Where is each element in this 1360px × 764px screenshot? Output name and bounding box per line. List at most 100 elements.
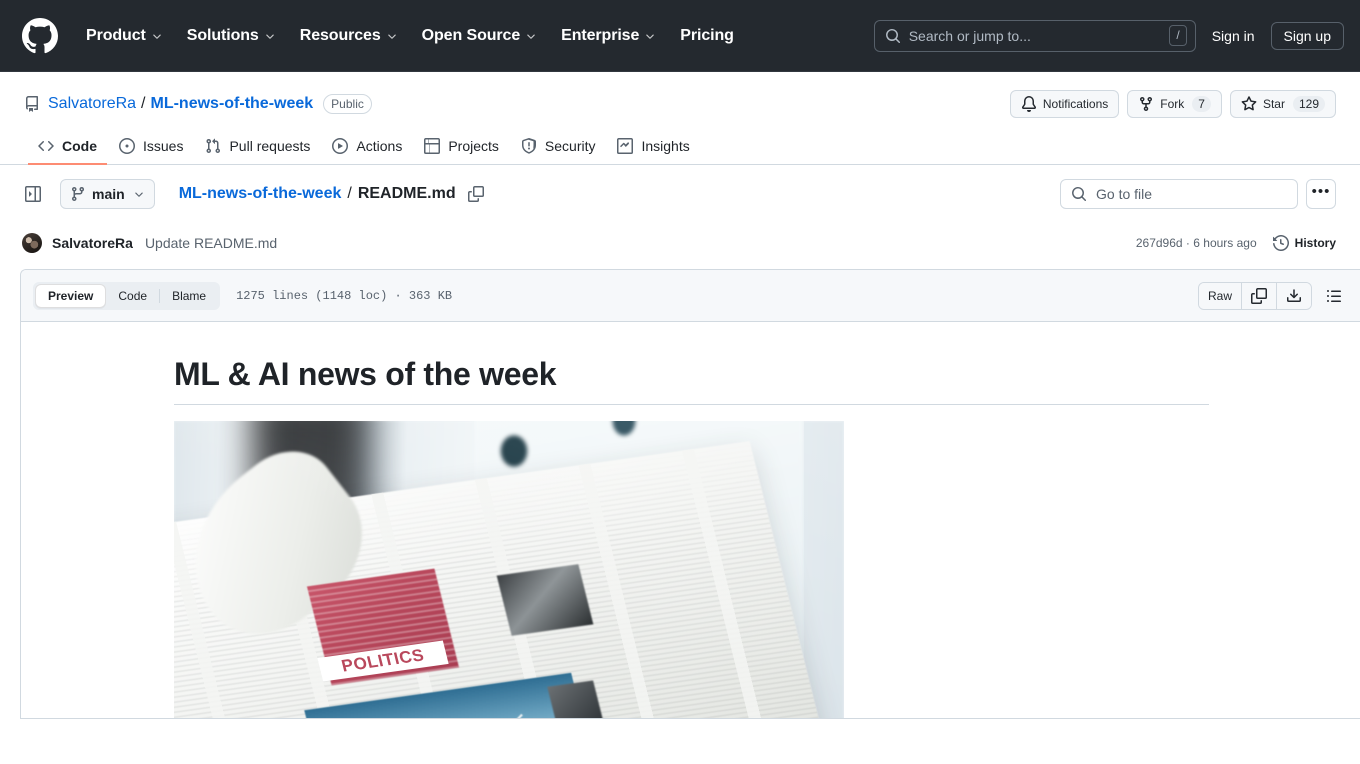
nav-item-enterprise-label: Enterprise — [561, 26, 640, 44]
git-branch-icon — [71, 187, 84, 202]
person-reading-newspaper-photo: POLITICS An Inconvenient Sequel: Are we — [174, 421, 844, 718]
search-placeholder: Search or jump to... — [908, 27, 1031, 44]
tab-insights[interactable]: Insights — [607, 131, 699, 165]
nav-item-product-label: Product — [86, 26, 146, 44]
star-label: Star — [1262, 97, 1285, 111]
file-content-panel: Preview Code Blame 1275 lines (1148 loc)… — [20, 269, 1360, 719]
tab-security[interactable]: Security — [511, 131, 606, 165]
fork-button[interactable]: Fork 7 — [1127, 90, 1222, 118]
sidebar-toggle-button[interactable] — [18, 179, 48, 209]
nav-item-pricing-label: Pricing — [680, 26, 734, 44]
nav-item-solutions[interactable]: Solutions — [175, 19, 288, 53]
github-mark-icon[interactable] — [22, 17, 58, 54]
fork-icon — [1140, 97, 1153, 112]
repo-owner-link[interactable]: SalvatoreRa — [48, 95, 136, 113]
file-navigation-bar: main ML-news-of-the-week / README.md Go … — [0, 165, 1360, 221]
readme-hero-image: POLITICS An Inconvenient Sequel: Are we — [174, 421, 844, 718]
raw-copy-download-group: Raw — [1197, 281, 1312, 310]
repo-title-separator: / — [141, 95, 146, 112]
avatar[interactable] — [22, 233, 42, 253]
repository-title-row: SalvatoreRa / ML-news-of-the-week Public… — [24, 88, 1336, 120]
visibility-badge: Public — [323, 94, 372, 114]
branch-selector-button[interactable]: main — [60, 179, 155, 209]
file-line-stats: 1275 lines (1148 loc) · 363 KB — [236, 288, 453, 303]
repo-name-link[interactable]: ML-news-of-the-week — [151, 95, 314, 113]
branch-name-label: main — [92, 186, 125, 202]
tab-preview[interactable]: Preview — [35, 283, 107, 308]
play-icon — [332, 138, 349, 154]
fork-label: Fork — [1160, 97, 1185, 111]
photo-turbine-blade — [502, 713, 523, 718]
breadcrumb-filename: README.md — [357, 185, 456, 202]
commit-author-link[interactable]: SalvatoreRa — [52, 235, 133, 251]
tab-actions[interactable]: Actions — [322, 131, 412, 165]
history-link[interactable]: History — [1272, 235, 1336, 251]
raw-button[interactable]: Raw — [1198, 282, 1242, 309]
commit-relative-time: 6 hours ago — [1193, 236, 1257, 250]
star-button[interactable]: Star 129 — [1229, 90, 1336, 118]
more-options-button[interactable]: ••• — [1306, 179, 1336, 209]
commit-message-link[interactable]: Update README.md — [145, 235, 277, 251]
commit-sha[interactable]: 267d96d — [1136, 236, 1183, 250]
history-label: History — [1294, 236, 1336, 250]
global-nav: Product Solutions Resources Open Source … — [74, 19, 746, 53]
shield-icon — [521, 138, 536, 154]
tab-code-view[interactable]: Code — [106, 284, 159, 308]
search-icon — [885, 28, 900, 43]
tab-projects-label: Projects — [448, 138, 499, 154]
sign-up-button[interactable]: Sign up — [1270, 21, 1344, 50]
notifications-button[interactable]: Notifications — [1009, 90, 1120, 118]
repository-tabs: Code Issues Pull requests Actions Projec… — [24, 130, 1336, 165]
chevron-down-icon — [387, 34, 396, 39]
breadcrumb-repo-link[interactable]: ML-news-of-the-week — [179, 185, 342, 203]
copy-raw-button[interactable] — [1242, 282, 1277, 309]
nav-item-enterprise[interactable]: Enterprise — [549, 19, 668, 53]
file-view-tabs: Preview Code Blame — [33, 281, 221, 310]
sign-in-link[interactable]: Sign in — [1212, 28, 1255, 44]
nav-item-product[interactable]: Product — [74, 19, 175, 53]
go-to-file-input[interactable]: Go to file — [1060, 179, 1298, 209]
nav-item-open-source[interactable]: Open Source — [410, 19, 549, 53]
copy-path-button[interactable] — [467, 186, 484, 202]
tab-pull-requests[interactable]: Pull requests — [195, 131, 320, 165]
commit-meta-dot: · — [1185, 236, 1190, 250]
global-header: Product Solutions Resources Open Source … — [0, 0, 1360, 72]
graph-icon — [617, 138, 634, 154]
star-icon — [1241, 96, 1257, 111]
download-button[interactable] — [1277, 282, 1311, 309]
file-toolbar-actions: Raw — [1197, 281, 1348, 310]
tab-blame[interactable]: Blame — [160, 284, 218, 308]
nav-item-resources[interactable]: Resources — [288, 19, 410, 53]
go-to-file-placeholder: Go to file — [1096, 186, 1153, 202]
nav-item-resources-label: Resources — [299, 26, 381, 44]
chevron-down-icon — [646, 34, 655, 39]
file-panel-toolbar: Preview Code Blame 1275 lines (1148 loc)… — [21, 270, 1360, 322]
global-header-right: Search or jump to... / Sign in Sign up — [873, 19, 1344, 52]
copy-icon — [467, 186, 484, 202]
readme-content: ML & AI news of the week POLITICS — [174, 354, 1209, 718]
git-pull-request-icon — [206, 138, 221, 154]
tab-issues[interactable]: Issues — [109, 131, 193, 165]
fork-count: 7 — [1192, 96, 1211, 112]
bell-icon — [1021, 96, 1036, 112]
history-icon — [1272, 235, 1289, 251]
breadcrumb-separator: / — [347, 185, 352, 202]
search-icon — [1072, 187, 1087, 202]
download-icon — [1287, 288, 1301, 302]
search-input[interactable]: Search or jump to... / — [873, 19, 1196, 52]
outline-button[interactable] — [1320, 282, 1348, 310]
tab-code-label: Code — [62, 138, 97, 154]
chevron-down-icon — [153, 34, 161, 39]
chevron-down-icon — [134, 192, 143, 197]
repo-icon — [25, 96, 38, 112]
nav-item-pricing[interactable]: Pricing — [668, 19, 746, 53]
photo-top-article-image — [496, 564, 594, 636]
copy-raw-icon — [1251, 287, 1267, 304]
tab-security-label: Security — [544, 138, 596, 154]
tab-code[interactable]: Code — [28, 131, 107, 165]
tab-projects[interactable]: Projects — [414, 131, 509, 165]
breadcrumb: ML-news-of-the-week / README.md — [179, 185, 484, 203]
sidebar-expand-icon — [25, 186, 41, 202]
notifications-label: Notifications — [1042, 97, 1109, 111]
code-icon — [38, 140, 54, 152]
